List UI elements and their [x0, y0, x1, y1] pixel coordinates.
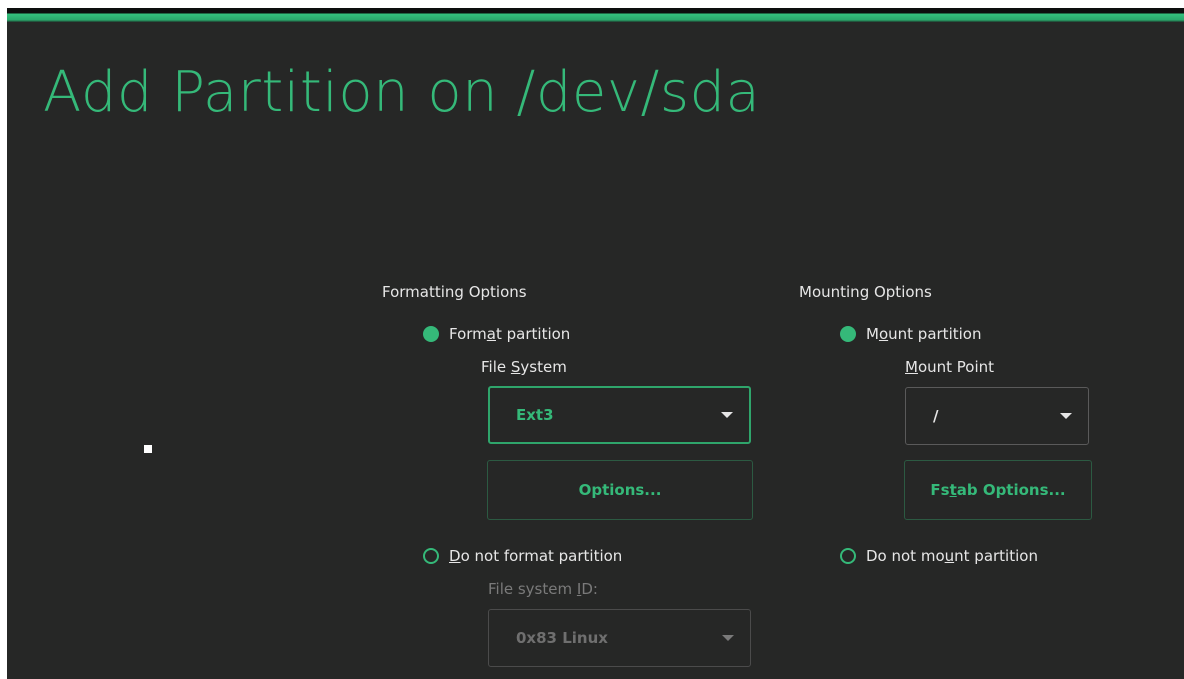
radio-unselected-icon [840, 548, 856, 564]
radio-selected-icon [840, 326, 856, 342]
file-system-id-value: 0x83 Linux [516, 629, 608, 647]
formatting-options-heading: Formatting Options [382, 283, 527, 301]
add-partition-dialog: Add Partition on /dev/sda Formatting Opt… [7, 8, 1184, 679]
do-not-format-radio[interactable]: Do not format partition [423, 547, 622, 565]
fstab-options-button[interactable]: Fs t ab Options... [904, 460, 1092, 520]
do-not-mount-label: Do not mount partition [866, 547, 1038, 565]
file-system-value: Ext3 [516, 406, 554, 424]
mount-partition-label: Mount partition [866, 325, 982, 343]
do-not-format-label: Do not format partition [449, 547, 623, 565]
format-partition-label: Format partition [449, 325, 571, 343]
options-button[interactable]: Options... [487, 460, 753, 520]
cursor-marker [144, 445, 152, 453]
mounting-options-heading: Mounting Options [799, 283, 932, 301]
dropdown-arrow-icon [722, 635, 734, 641]
file-system-label: File System [481, 358, 567, 376]
file-system-id-label: File system ID: [488, 580, 598, 598]
do-not-mount-radio[interactable]: Do not mount partition [840, 547, 1038, 565]
radio-unselected-icon [423, 548, 439, 564]
dropdown-arrow-icon [721, 412, 733, 418]
mount-partition-radio[interactable]: Mount partition [840, 325, 981, 343]
format-partition-radio[interactable]: Format partition [423, 325, 570, 343]
mount-point-select[interactable]: / [905, 387, 1089, 445]
file-system-id-select: 0x83 Linux [488, 609, 751, 667]
mount-point-label: Mount Point [905, 358, 995, 376]
accent-bar [7, 8, 1184, 22]
file-system-select[interactable]: Ext3 [488, 386, 751, 444]
page-title: Add Partition on /dev/sda [43, 60, 761, 125]
radio-selected-icon [423, 326, 439, 342]
dropdown-arrow-icon [1060, 413, 1072, 419]
